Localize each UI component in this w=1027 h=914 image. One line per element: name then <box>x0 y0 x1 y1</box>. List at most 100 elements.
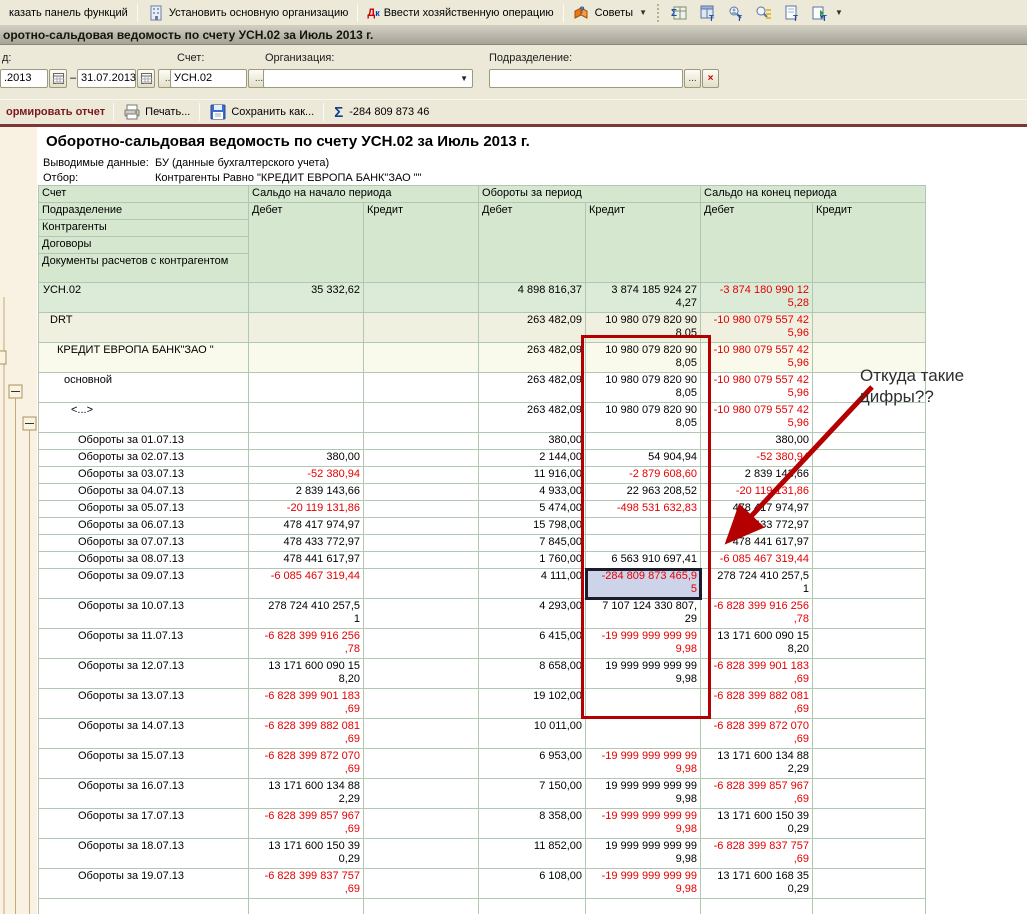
amount-cell[interactable]: 35 332,62 <box>249 283 364 313</box>
amount-cell[interactable]: 10 980 079 820 90 8,05 <box>586 403 701 433</box>
amount-cell[interactable]: 4 933,00 <box>479 484 586 501</box>
amount-cell[interactable]: -6 828 399 837 757 ,69 <box>249 869 364 899</box>
amount-cell[interactable] <box>364 518 479 535</box>
amount-cell[interactable]: 263 482,09 <box>479 343 586 373</box>
refresh-report-button[interactable]: T <box>805 2 833 24</box>
amount-cell[interactable] <box>364 403 479 433</box>
department-input[interactable] <box>489 69 683 88</box>
amount-cell[interactable]: 6 563 910 697,41 <box>586 552 701 569</box>
amount-cell[interactable] <box>479 899 586 914</box>
find-button[interactable]: T <box>721 2 749 24</box>
header-debit[interactable]: Дебет <box>249 203 364 283</box>
set-main-organization-button[interactable]: Установить основную организацию <box>142 2 354 24</box>
amount-cell[interactable]: -6 828 399 916 256 ,78 <box>701 599 813 629</box>
period-to-input[interactable]: 31.07.2013 <box>77 69 136 88</box>
amount-cell[interactable]: 478 433 772,97 <box>701 518 813 535</box>
amount-cell[interactable] <box>813 869 926 899</box>
amount-cell[interactable]: 4 898 816,37 <box>479 283 586 313</box>
row-label[interactable]: Обороты за 02.07.13 <box>39 450 249 467</box>
amount-cell[interactable]: 13 171 600 150 39 0,29 <box>701 809 813 839</box>
amount-cell[interactable]: 6 953,00 <box>479 749 586 779</box>
row-label[interactable]: Обороты за 15.07.13 <box>39 749 249 779</box>
amount-cell[interactable] <box>813 433 926 450</box>
amount-cell[interactable]: 6 108,00 <box>479 869 586 899</box>
period-to-calendar-button[interactable] <box>137 69 155 88</box>
amount-cell[interactable] <box>813 659 926 689</box>
amount-cell[interactable]: 478 441 617,97 <box>701 535 813 552</box>
amount-cell[interactable]: 380,00 <box>479 433 586 450</box>
amount-cell[interactable] <box>364 599 479 629</box>
row-label[interactable]: Обороты за 01.07.13 <box>39 433 249 450</box>
amount-cell[interactable] <box>249 899 364 914</box>
amount-cell[interactable] <box>813 809 926 839</box>
row-label[interactable]: Обороты за 04.07.13 <box>39 484 249 501</box>
row-label[interactable]: Обороты за 03.07.13 <box>39 467 249 484</box>
amount-cell[interactable]: 19 102,00 <box>479 689 586 719</box>
row-label[interactable]: Обороты за 10.07.13 <box>39 599 249 629</box>
row-label[interactable]: Обороты за 09.07.13 <box>39 569 249 599</box>
amount-cell[interactable]: -6 828 399 857 967 ,69 <box>701 779 813 809</box>
row-label[interactable] <box>39 899 249 914</box>
amount-cell[interactable]: -19 999 999 999 99 9,98 <box>586 809 701 839</box>
header-settlement-documents[interactable]: Документы расчетов с контрагентом <box>39 254 249 283</box>
account-input[interactable]: УСН.02 <box>170 69 247 88</box>
row-label[interactable]: DRT <box>39 313 249 343</box>
amount-cell[interactable] <box>364 501 479 518</box>
amount-cell[interactable]: 19 999 999 999 99 9,98 <box>586 839 701 869</box>
row-label[interactable]: Обороты за 13.07.13 <box>39 689 249 719</box>
amount-cell[interactable]: 4 293,00 <box>479 599 586 629</box>
amount-cell[interactable] <box>813 403 926 433</box>
header-department[interactable]: Подразделение <box>39 203 249 220</box>
amount-cell[interactable]: 13 171 600 090 15 8,20 <box>249 659 364 689</box>
amount-cell[interactable]: -10 980 079 557 42 5,96 <box>701 373 813 403</box>
amount-cell[interactable] <box>813 839 926 869</box>
header-closing-balance[interactable]: Сальдо на конец периода <box>701 186 926 203</box>
row-label[interactable]: Обороты за 07.07.13 <box>39 535 249 552</box>
header-contractors[interactable]: Контрагенты <box>39 220 249 237</box>
amount-cell[interactable]: 478 417 974,97 <box>701 501 813 518</box>
amount-cell[interactable] <box>364 659 479 689</box>
generate-report-button[interactable]: ормировать отчет <box>2 106 109 118</box>
amount-cell[interactable]: -10 980 079 557 42 5,96 <box>701 343 813 373</box>
document-settings-button[interactable]: T <box>777 2 805 24</box>
amount-cell[interactable]: 478 433 772,97 <box>249 535 364 552</box>
amount-cell[interactable] <box>813 569 926 599</box>
amount-cell[interactable]: 6 415,00 <box>479 629 586 659</box>
amount-cell[interactable]: 7 107 124 330 807, 29 <box>586 599 701 629</box>
header-contracts[interactable]: Договоры <box>39 237 249 254</box>
save-as-button[interactable]: Сохранить как... <box>204 101 319 123</box>
amount-cell[interactable] <box>586 689 701 719</box>
amount-cell[interactable] <box>813 467 926 484</box>
organization-combobox[interactable]: ▼ <box>263 69 473 88</box>
amount-cell[interactable] <box>249 403 364 433</box>
period-from-calendar-button[interactable] <box>49 69 67 88</box>
table-header-button[interactable]: T <box>693 2 721 24</box>
amount-cell[interactable] <box>364 552 479 569</box>
row-label[interactable]: Обороты за 12.07.13 <box>39 659 249 689</box>
amount-cell[interactable]: 278 724 410 257,5 1 <box>701 569 813 599</box>
amount-cell[interactable]: 263 482,09 <box>479 403 586 433</box>
amount-cell[interactable] <box>364 899 479 914</box>
amount-cell[interactable]: -284 809 873 465,9 5 <box>586 569 701 599</box>
amount-cell[interactable]: 380,00 <box>701 433 813 450</box>
toolbar-more-arrow[interactable]: ▼ <box>835 8 843 17</box>
amount-cell[interactable]: 263 482,09 <box>479 373 586 403</box>
amount-cell[interactable]: -3 874 180 990 12 5,28 <box>701 283 813 313</box>
amount-cell[interactable]: 263 482,09 <box>479 313 586 343</box>
header-account[interactable]: Счет <box>39 186 249 203</box>
amount-cell[interactable]: -6 828 399 916 256 ,78 <box>249 629 364 659</box>
totals-button[interactable]: Σ <box>665 2 693 24</box>
amount-cell[interactable]: 11 852,00 <box>479 839 586 869</box>
amount-cell[interactable] <box>813 313 926 343</box>
amount-cell[interactable]: 13 171 600 090 15 8,20 <box>701 629 813 659</box>
row-label[interactable]: Обороты за 14.07.13 <box>39 719 249 749</box>
row-label[interactable]: Обороты за 17.07.13 <box>39 809 249 839</box>
amount-cell[interactable]: 5 474,00 <box>479 501 586 518</box>
period-from-input[interactable]: .2013 <box>0 69 48 88</box>
amount-cell[interactable]: 54 904,94 <box>586 450 701 467</box>
amount-cell[interactable]: -52 380,94 <box>249 467 364 484</box>
amount-cell[interactable] <box>813 450 926 467</box>
amount-cell[interactable]: -19 999 999 999 99 9,98 <box>586 749 701 779</box>
amount-cell[interactable]: 7 150,00 <box>479 779 586 809</box>
amount-cell[interactable]: -6 085 467 319,44 <box>249 569 364 599</box>
